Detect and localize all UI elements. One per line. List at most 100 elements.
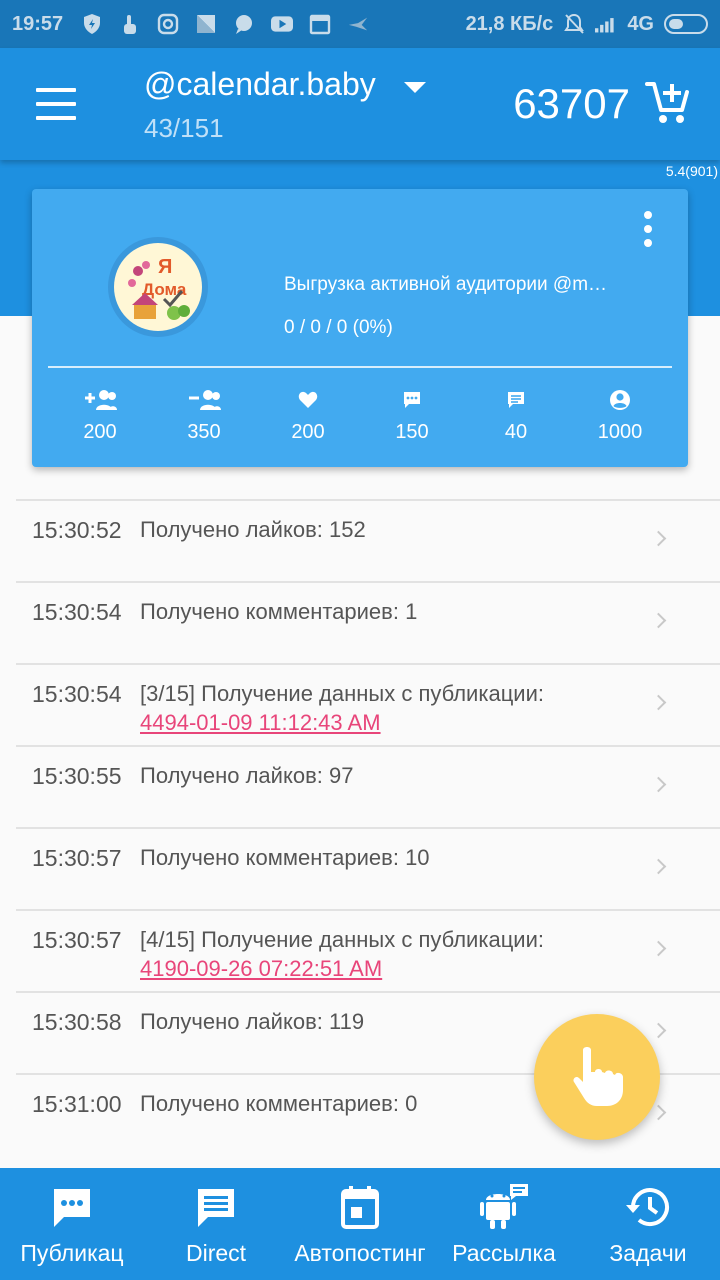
network-type: 4G [627, 12, 654, 35]
log-message: Получено лайков: 152 [140, 515, 620, 544]
log-message: Получено комментариев: 10 [140, 843, 620, 872]
menu-icon-line [36, 116, 76, 120]
log-message: [4/15] Получение данных с публикации: 41… [140, 925, 620, 983]
svg-text:Я: Я [158, 256, 172, 278]
log-text: Получено комментариев: 1 [140, 599, 418, 624]
stat-comments: 150 [360, 387, 464, 447]
nav-publications[interactable]: Публикац [0, 1168, 144, 1280]
mute-bell-icon [563, 13, 585, 35]
app-bar: @calendar.baby 43/151 63707 [0, 48, 720, 160]
comment-icon [402, 387, 422, 413]
publication-link[interactable]: 4494-01-09 11:12:43 AM [140, 708, 620, 737]
stat-follow: 200 [48, 387, 152, 447]
log-message: Получено комментариев: 1 [140, 597, 620, 626]
log-text: Получено лайков: 152 [140, 517, 366, 542]
nav-label: Публикац [20, 1240, 124, 1266]
notification-icons [81, 13, 369, 35]
log-row[interactable]: 15:30:57 Получено комментариев: 10 [16, 827, 720, 909]
stat-follow-value: 200 [83, 421, 117, 443]
more-dot [644, 239, 652, 247]
balance: 63707 [513, 80, 630, 127]
nav-tasks[interactable]: Задачи [576, 1168, 720, 1280]
chevron-right-icon [650, 694, 667, 711]
chevron-right-icon [650, 776, 667, 793]
stat-profiles-value: 1000 [597, 421, 643, 443]
profile-icon [609, 387, 631, 413]
log-text: Получено комментариев: 0 [140, 1091, 418, 1116]
nav-label: Direct [185, 1240, 247, 1266]
account-counter: 43/151 [144, 113, 224, 143]
menu-button[interactable] [36, 88, 76, 120]
youtube-icon [271, 13, 294, 35]
task-card[interactable]: Я Дома Выгрузка активной аудитории @m… 0… [32, 189, 688, 467]
log-time: 15:30:55 [32, 763, 122, 789]
log-row[interactable]: 15:30:52 Получено лайков: 152 [16, 499, 720, 581]
add-to-cart-icon[interactable] [644, 78, 692, 126]
android-mailing-icon [480, 1184, 528, 1230]
log-message: Получено лайков: 119 [140, 1007, 620, 1036]
log-row[interactable]: 15:30:57 [4/15] Получение данных с публи… [16, 909, 720, 991]
signal-icon [595, 13, 617, 35]
log-text: [3/15] Получение данных с публикации: [140, 681, 544, 706]
more-options-button[interactable] [638, 211, 658, 247]
instagram-icon [157, 13, 179, 35]
status-right: 21,8 КБ/с 4G [466, 13, 708, 36]
chat-icon [233, 13, 255, 35]
direct-icon [194, 1184, 238, 1230]
nav-autoposting[interactable]: Автопостинг [288, 1168, 432, 1280]
gallery-icon [195, 13, 217, 35]
chevron-right-icon [650, 940, 667, 957]
log-message: Получено лайков: 97 [140, 761, 620, 790]
log-time: 15:30:57 [32, 927, 122, 953]
stat-messages: 40 [464, 387, 568, 447]
touch-icon [119, 13, 141, 35]
dropdown-arrow-icon[interactable] [404, 82, 426, 93]
battery-icon [664, 14, 708, 34]
autoposting-icon [340, 1184, 380, 1230]
nav-label: Рассылка [452, 1240, 556, 1266]
publications-icon [50, 1184, 94, 1230]
shield-icon [81, 13, 103, 35]
stat-unfollow-value: 350 [187, 421, 221, 443]
nav-mailing[interactable]: Рассылка [432, 1168, 576, 1280]
chevron-right-icon [650, 530, 667, 547]
log-row[interactable]: 15:30:54 Получено комментариев: 1 [16, 581, 720, 663]
nav-direct[interactable]: Direct [144, 1168, 288, 1280]
calendar-icon [309, 13, 331, 35]
log-row[interactable]: 15:30:54 [3/15] Получение данных с публи… [16, 663, 720, 745]
bird-icon [347, 13, 369, 35]
log-row[interactable]: 15:30:55 Получено лайков: 97 [16, 745, 720, 827]
log-time: 15:30:54 [32, 681, 122, 707]
chevron-right-icon [650, 858, 667, 875]
like-icon [298, 387, 318, 413]
bottom-navigation: Публикац Direct Автопостинг Рассылка Зад… [0, 1168, 720, 1280]
card-divider [48, 366, 672, 368]
stat-messages-value: 40 [504, 421, 528, 443]
menu-icon-line [36, 88, 76, 92]
task-stats: 200 350 200 150 40 1000 [48, 387, 672, 447]
chevron-right-icon [650, 612, 667, 629]
status-time: 19:57 [12, 12, 64, 35]
log-text: Получено комментариев: 10 [140, 845, 430, 870]
log-time: 15:31:00 [32, 1091, 122, 1117]
log-text: Получено лайков: 119 [140, 1009, 365, 1034]
chevron-right-icon [650, 1022, 667, 1039]
task-avatar: Я Дома [108, 237, 208, 337]
unfollow-icon [187, 387, 221, 413]
stat-profiles: 1000 [568, 387, 672, 447]
ya-doma-logo: Я Дома [114, 243, 202, 331]
follow-icon [83, 387, 117, 413]
log-text: [4/15] Получение данных с публикации: [140, 927, 544, 952]
svg-text:Дома: Дома [142, 280, 187, 299]
publication-link[interactable]: 4190-09-26 07:22:51 AM [140, 954, 620, 983]
task-progress: 0 / 0 / 0 (0%) [284, 317, 393, 338]
app-version: 5.4(901) [665, 163, 718, 179]
account-selector[interactable]: @calendar.baby 43/151 [144, 66, 376, 144]
tasks-history-icon [625, 1184, 671, 1230]
message-icon [506, 387, 526, 413]
nav-label: Автопостинг [294, 1240, 426, 1266]
account-name: @calendar.baby [144, 66, 376, 102]
nav-label: Задачи [609, 1240, 687, 1266]
menu-icon-line [36, 102, 76, 106]
tap-action-button[interactable] [534, 1014, 660, 1140]
